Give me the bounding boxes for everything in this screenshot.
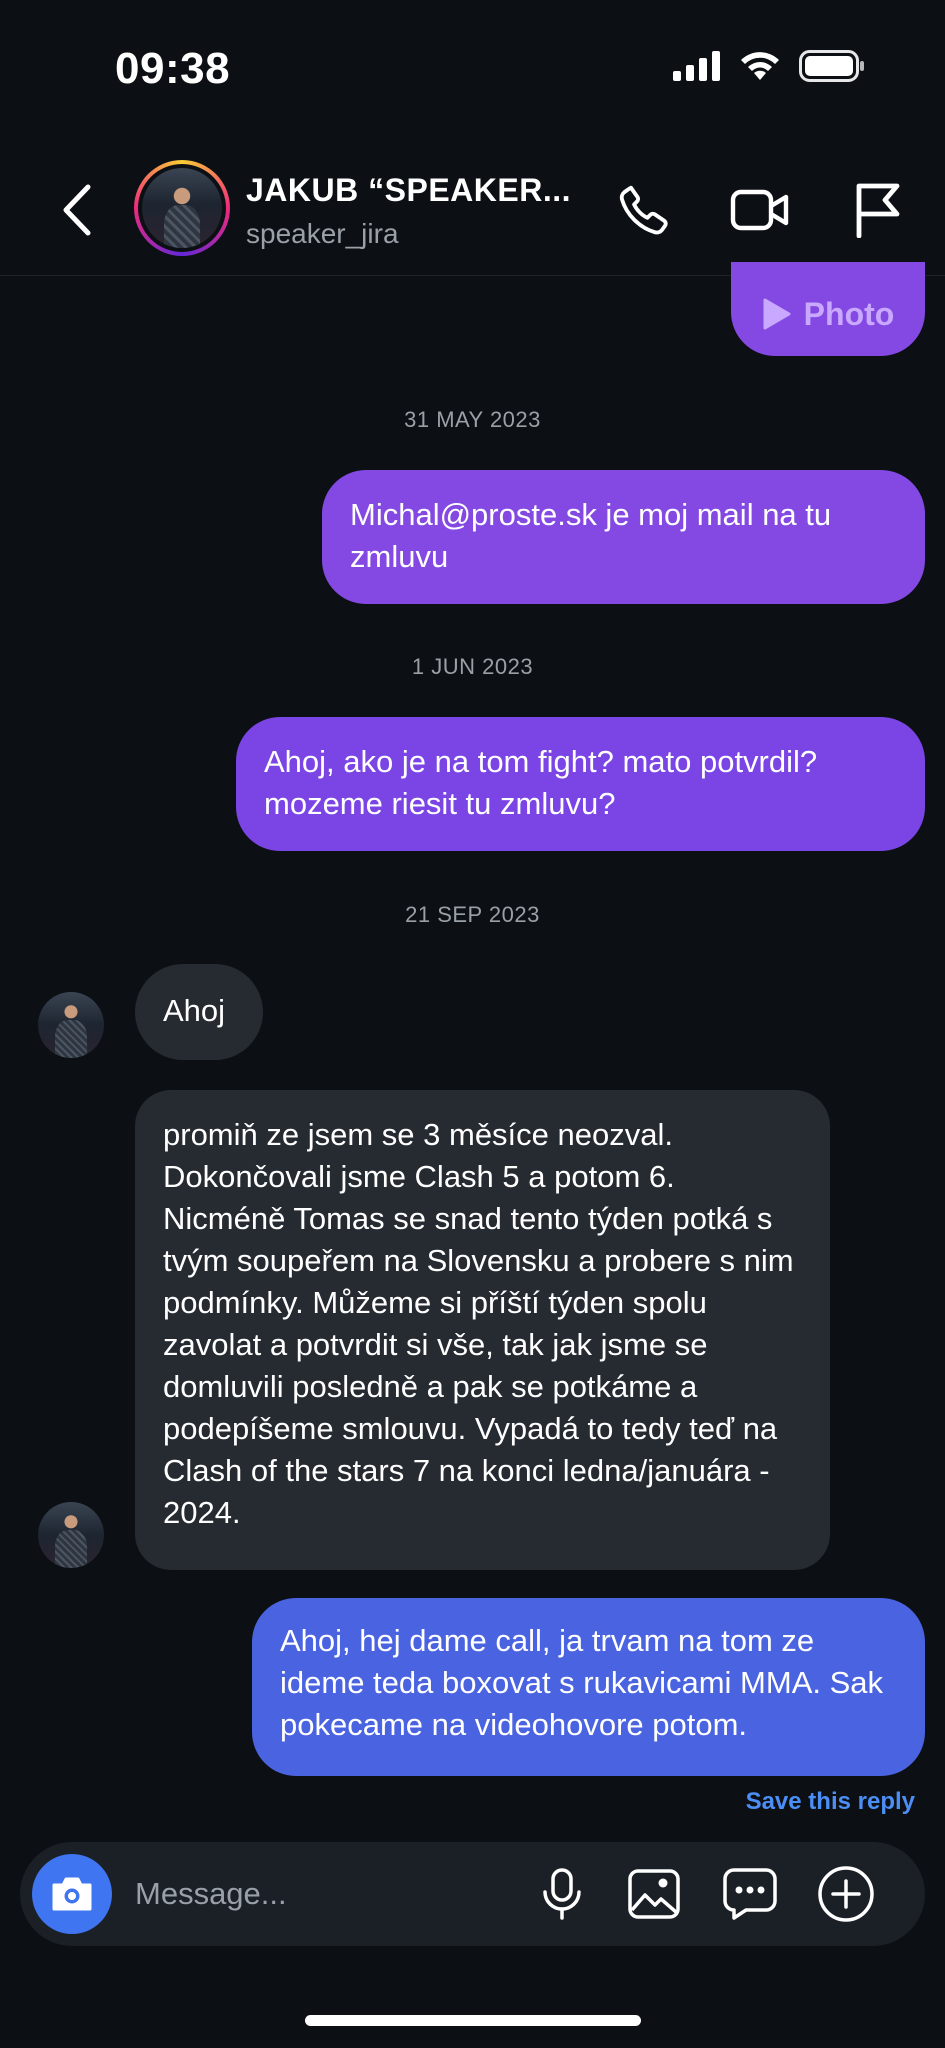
- outgoing-message[interactable]: Ahoj, ako je na tom fight? mato potvrdil…: [236, 717, 925, 851]
- phone-icon: [619, 185, 668, 235]
- microphone-icon: [543, 1868, 581, 1920]
- video-icon: [730, 189, 789, 231]
- back-button[interactable]: [52, 180, 102, 240]
- signal-icon: [673, 51, 720, 81]
- date-divider: 31 MAY 2023: [404, 407, 541, 432]
- status-time: 09:38: [115, 44, 231, 93]
- play-icon: [763, 298, 791, 330]
- outgoing-message[interactable]: Ahoj, hej dame call, ja trvam na tom ze …: [252, 1598, 925, 1776]
- contact-name[interactable]: JAKUB “SPEAKER...: [246, 172, 571, 209]
- wifi-icon: [741, 52, 779, 80]
- contact-avatar[interactable]: [134, 160, 230, 256]
- flag-icon: [856, 183, 900, 238]
- report-button[interactable]: [846, 178, 910, 242]
- contact-username[interactable]: speaker_jira: [246, 218, 399, 250]
- gallery-button[interactable]: [624, 1864, 684, 1924]
- photo-label: Photo: [803, 296, 895, 332]
- date-divider: 21 SEP 2023: [405, 902, 540, 927]
- gallery-icon: [628, 1869, 680, 1919]
- sticker-icon: [723, 1868, 777, 1920]
- home-indicator[interactable]: [305, 2015, 641, 2026]
- more-options-button[interactable]: [816, 1864, 876, 1924]
- status-bar: 09:38: [0, 0, 945, 140]
- sender-avatar[interactable]: [38, 1502, 104, 1568]
- incoming-message[interactable]: promiň ze jsem se 3 měsíce neozval. Doko…: [135, 1090, 830, 1570]
- battery-icon: [799, 50, 864, 82]
- message-composer: [20, 1842, 925, 1946]
- camera-button[interactable]: [32, 1854, 112, 1934]
- photo-message[interactable]: Photo: [731, 262, 925, 356]
- date-divider: 1 JUN 2023: [411, 654, 534, 679]
- save-reply-link[interactable]: Save this reply: [746, 1788, 915, 1816]
- audio-call-button[interactable]: [612, 178, 676, 242]
- sender-avatar[interactable]: [38, 992, 104, 1058]
- video-call-button[interactable]: [728, 178, 792, 242]
- camera-icon: [52, 1877, 92, 1911]
- back-icon: [63, 184, 91, 236]
- avatar-photo: [142, 168, 222, 248]
- plus-icon: [818, 1866, 874, 1922]
- sticker-button[interactable]: [720, 1864, 780, 1924]
- incoming-message[interactable]: Ahoj: [135, 964, 263, 1060]
- message-input[interactable]: [135, 1870, 435, 1918]
- chat-header: JAKUB “SPEAKER... speaker_jira: [0, 150, 945, 276]
- voice-message-button[interactable]: [532, 1864, 592, 1924]
- outgoing-message[interactable]: Michal@proste.sk je moj mail na tu zmluv…: [322, 470, 925, 604]
- status-icons: [673, 50, 865, 82]
